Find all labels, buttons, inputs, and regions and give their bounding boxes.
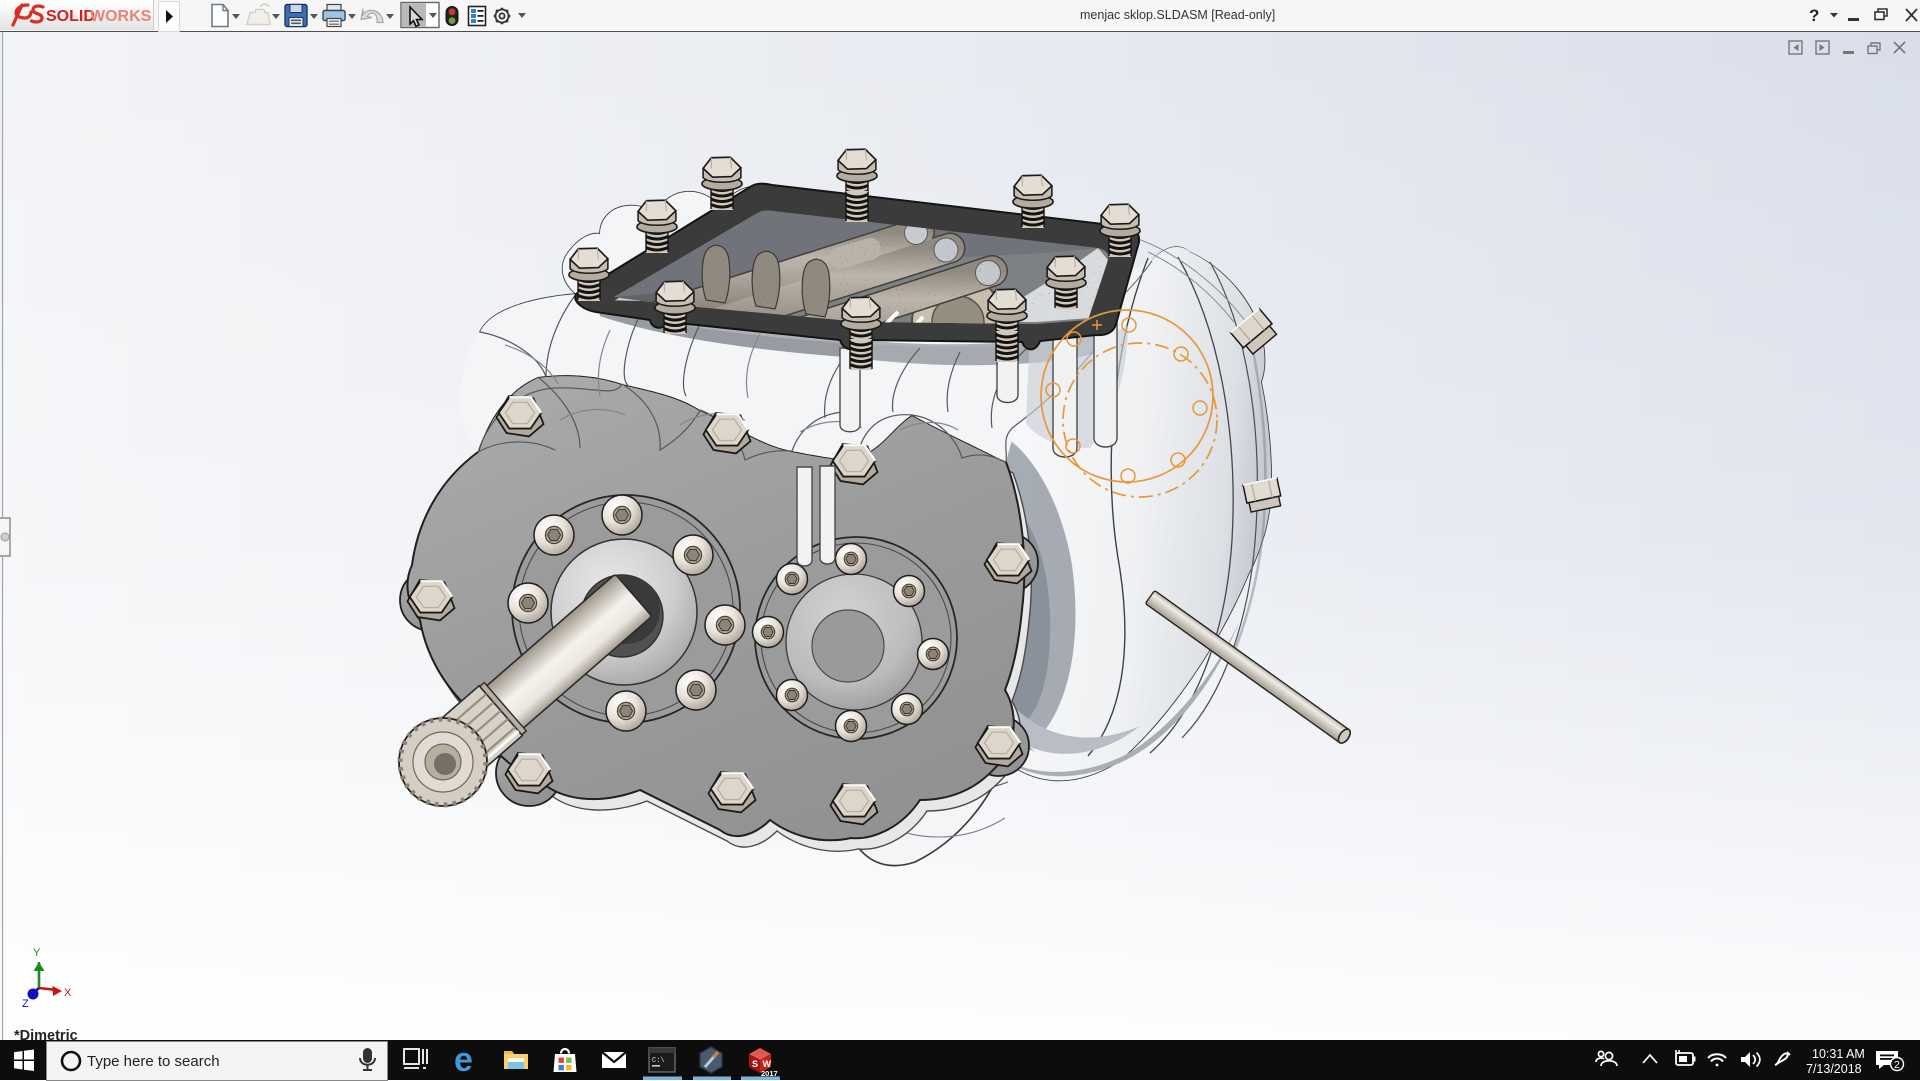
svg-text:*Dimetric: *Dimetric	[14, 1028, 78, 1040]
svg-text:Y: Y	[33, 947, 41, 959]
svg-text:7/13/2018: 7/13/2018	[1806, 1062, 1862, 1076]
svg-text:W: W	[763, 1059, 772, 1069]
svg-text:C:\: C:\	[652, 1057, 665, 1065]
svg-text:?: ?	[1809, 6, 1819, 25]
svg-text:10:31 AM: 10:31 AM	[1812, 1047, 1865, 1061]
svg-text:WORKS: WORKS	[90, 8, 152, 25]
svg-text:2: 2	[1894, 1059, 1900, 1071]
svg-text:e: e	[454, 1041, 473, 1079]
svg-text:S: S	[752, 1059, 758, 1069]
svg-text:SOLID: SOLID	[46, 8, 95, 25]
svg-text:X: X	[64, 987, 72, 999]
svg-text:Z: Z	[22, 998, 29, 1010]
